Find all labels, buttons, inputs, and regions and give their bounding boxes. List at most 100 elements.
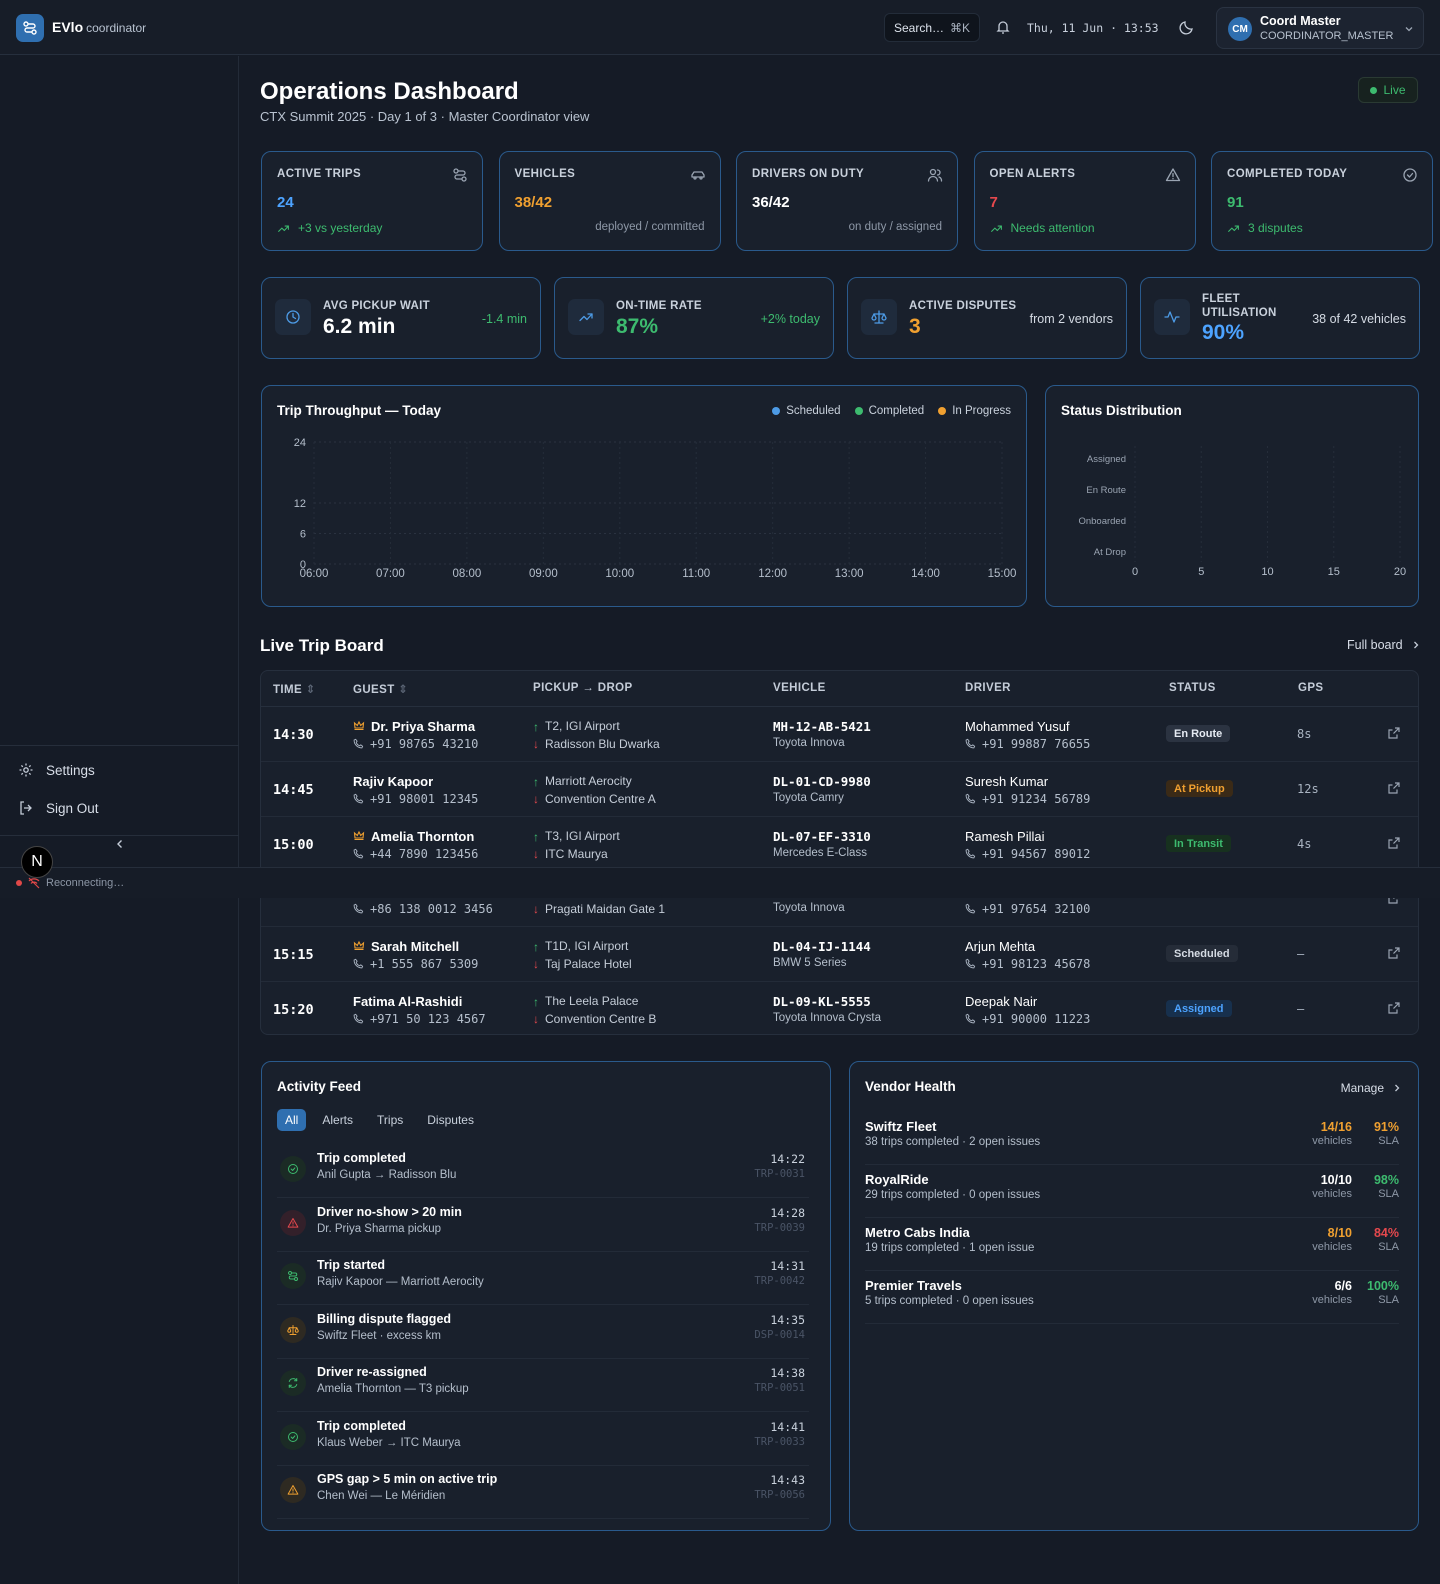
scale-icon bbox=[280, 1316, 306, 1343]
feed-subtitle: Swiftz Fleet · excess km bbox=[317, 1329, 441, 1342]
table-row[interactable]: 15:20 Fatima Al-Rashidi +971 50 123 4567 ↑ T… bbox=[261, 982, 1418, 1034]
feed-subtitle: Anil Gupta → Radisson Blu bbox=[317, 1169, 457, 1181]
feed-title: Trip started bbox=[317, 1258, 386, 1272]
feed-id: TRP-0056 bbox=[754, 1489, 805, 1501]
status-badge: En Route bbox=[1166, 725, 1231, 742]
moon-icon[interactable] bbox=[1179, 19, 1195, 35]
vehicle-plate: DL-01-CD-9980 bbox=[773, 774, 871, 789]
vehicle-model: Mercedes E-Class bbox=[773, 847, 867, 859]
col-guest[interactable]: GUEST ⇕ bbox=[353, 682, 408, 696]
phone-icon bbox=[965, 848, 976, 859]
full-board-link[interactable]: Full board bbox=[1347, 638, 1421, 652]
dev-badge[interactable]: N bbox=[21, 846, 53, 878]
guest-name: Dr. Priya Sharma bbox=[371, 719, 476, 734]
external-link-icon[interactable] bbox=[1387, 946, 1401, 960]
manage-link[interactable]: Manage bbox=[1341, 1081, 1402, 1095]
route-icon bbox=[280, 1263, 306, 1289]
live-dot bbox=[1370, 86, 1378, 94]
trip-time: 15:20 bbox=[273, 1002, 314, 1018]
vendor-sla: 91% bbox=[1373, 1120, 1399, 1134]
vendor-row[interactable]: Metro Cabs India 19 trips completed · 1 o… bbox=[865, 1218, 1399, 1271]
guest-phone: +91 98765 43210 bbox=[370, 737, 479, 751]
kpi-caption: deployed / committed bbox=[595, 221, 705, 233]
pickup-location: Marriott Aerocity bbox=[545, 774, 632, 788]
arrow-down-icon: ↓ bbox=[533, 902, 539, 916]
car-icon bbox=[690, 167, 706, 183]
feed-tab[interactable]: Alerts bbox=[314, 1109, 361, 1131]
vendor-row[interactable]: RoyalRide 29 trips completed · 0 open iss… bbox=[865, 1165, 1399, 1218]
feed-tab[interactable]: Disputes bbox=[419, 1109, 482, 1131]
bell-icon[interactable] bbox=[995, 19, 1011, 35]
user-role: COORDINATOR_MASTER bbox=[1260, 30, 1394, 42]
feed-item[interactable]: Trip completed Anil Gupta → Radisson Blu 1… bbox=[277, 1145, 809, 1198]
sidebar-item-label: Sign Out bbox=[46, 800, 99, 816]
table-row[interactable]: 14:45 Rajiv Kapoor +91 98001 12345 ↑ Marriot… bbox=[261, 762, 1418, 817]
external-link-icon[interactable] bbox=[1387, 726, 1401, 740]
feed-tab[interactable]: Trips bbox=[369, 1109, 411, 1131]
col-time[interactable]: TIME ⇕ bbox=[273, 682, 316, 696]
driver-phone: +91 90000 11223 bbox=[982, 1012, 1091, 1026]
pickup-location: T1D, IGI Airport bbox=[545, 939, 629, 953]
kpi-card[interactable]: DRIVERS ON DUTY 36/42 on duty / assigned bbox=[736, 151, 958, 251]
table-row[interactable]: 15:15 Sarah Mitchell +1 555 867 5309 ↑ T1D, … bbox=[261, 927, 1418, 982]
feed-item[interactable]: Billing dispute flagged Swiftz Fleet · ex… bbox=[277, 1306, 809, 1359]
guest-phone: +44 7890 123456 bbox=[370, 847, 479, 861]
vendor-name: RoyalRide bbox=[865, 1172, 929, 1187]
phone-icon bbox=[965, 738, 976, 749]
chevron-left-icon[interactable] bbox=[114, 838, 126, 850]
metric-card: FLEET UTILISATION 90% 38 of 42 vehicles bbox=[1140, 277, 1420, 359]
metric-card: AVG PICKUP WAIT 6.2 min -1.4 min bbox=[261, 277, 541, 359]
vehicles-label: vehicles bbox=[1312, 1135, 1352, 1147]
external-link-icon[interactable] bbox=[1387, 836, 1401, 850]
chevron-right-icon bbox=[1413, 641, 1419, 649]
vendor-row[interactable]: Premier Travels 5 trips completed · 0 ope… bbox=[865, 1271, 1399, 1324]
table-row[interactable]: 15:00 Amelia Thornton +44 7890 123456 ↑ T3, … bbox=[261, 817, 1418, 872]
alert-triangle-icon bbox=[1165, 167, 1181, 183]
check-circle-icon bbox=[280, 1156, 306, 1182]
sidebar-item-sign-out[interactable]: Sign Out bbox=[18, 800, 99, 816]
feed-item[interactable]: Trip completed Klaus Weber → ITC Maurya 14… bbox=[277, 1413, 809, 1466]
table-row[interactable]: 14:30 Dr. Priya Sharma +91 98765 43210 ↑ T2,… bbox=[261, 707, 1418, 762]
metric-label: AVG PICKUP WAIT bbox=[323, 300, 430, 312]
feed-item[interactable]: GPS gap > 5 min on active trip Chen Wei —… bbox=[277, 1466, 809, 1519]
sidebar-divider bbox=[0, 835, 239, 836]
feed-item[interactable]: Driver no-show > 20 min Dr. Priya Sharma … bbox=[277, 1199, 809, 1252]
datetime: Thu, 11 Jun · 13:53 bbox=[1027, 21, 1159, 35]
feed-id: TRP-0031 bbox=[754, 1168, 805, 1180]
feed-item[interactable]: Driver re-assigned Amelia Thornton — T3 p… bbox=[277, 1359, 809, 1412]
vendor-title: Vendor Health bbox=[865, 1079, 956, 1094]
driver-phone: +91 98123 45678 bbox=[982, 957, 1091, 971]
kpi-card[interactable]: ACTIVE TRIPS 24 +3 vs yesterday bbox=[261, 151, 483, 251]
sidebar-item-settings[interactable]: Settings bbox=[18, 762, 95, 778]
arrow-up-icon: ↑ bbox=[533, 995, 539, 1009]
search-button[interactable]: Search… ⌘K bbox=[884, 13, 980, 42]
feed-title: Billing dispute flagged bbox=[317, 1311, 452, 1326]
vendor-row[interactable]: Swiftz Fleet 38 trips completed · 2 open … bbox=[865, 1112, 1399, 1165]
pickup-location: The Leela Palace bbox=[545, 994, 639, 1008]
kpi-card[interactable]: OPEN ALERTS 7 Needs attention bbox=[973, 151, 1196, 251]
alert-triangle-icon bbox=[280, 1209, 306, 1236]
avatar: CM bbox=[1228, 17, 1252, 41]
metric-value: 87% bbox=[616, 315, 659, 338]
alert-triangle-icon bbox=[280, 1477, 306, 1503]
gps-age: 8s bbox=[1297, 727, 1312, 741]
activity-feed-card: Activity Feed All Alerts Trips Disputes Tri… bbox=[261, 1061, 831, 1531]
kpi-trend-text: 3 disputes bbox=[1248, 221, 1303, 235]
kpi-card[interactable]: VEHICLES 38/42 deployed / committed bbox=[498, 151, 721, 251]
feed-item[interactable]: Trip started Rajiv Kapoor — Marriott Aero… bbox=[277, 1252, 809, 1305]
kpi-value: 36/42 bbox=[752, 194, 790, 211]
trip-time: 15:00 bbox=[273, 837, 314, 853]
vehicle-plate: DL-09-KL-5555 bbox=[773, 994, 871, 1009]
phone-icon bbox=[965, 1013, 976, 1024]
user-menu[interactable]: CM Coord Master COORDINATOR_MASTER bbox=[1216, 7, 1424, 49]
external-link-icon[interactable] bbox=[1387, 781, 1401, 795]
feed-tab[interactable]: All bbox=[277, 1109, 307, 1131]
external-link-icon[interactable] bbox=[1387, 1001, 1401, 1015]
page-title: Operations Dashboard bbox=[260, 78, 519, 105]
arrow-up-icon: ↑ bbox=[533, 720, 539, 734]
kpi-label: ACTIVE TRIPS bbox=[277, 168, 362, 180]
phone-icon bbox=[353, 738, 364, 749]
status-dot bbox=[16, 880, 22, 886]
logo-icon[interactable] bbox=[16, 14, 44, 42]
kpi-card[interactable]: COMPLETED TODAY 91 3 disputes bbox=[1211, 151, 1433, 251]
